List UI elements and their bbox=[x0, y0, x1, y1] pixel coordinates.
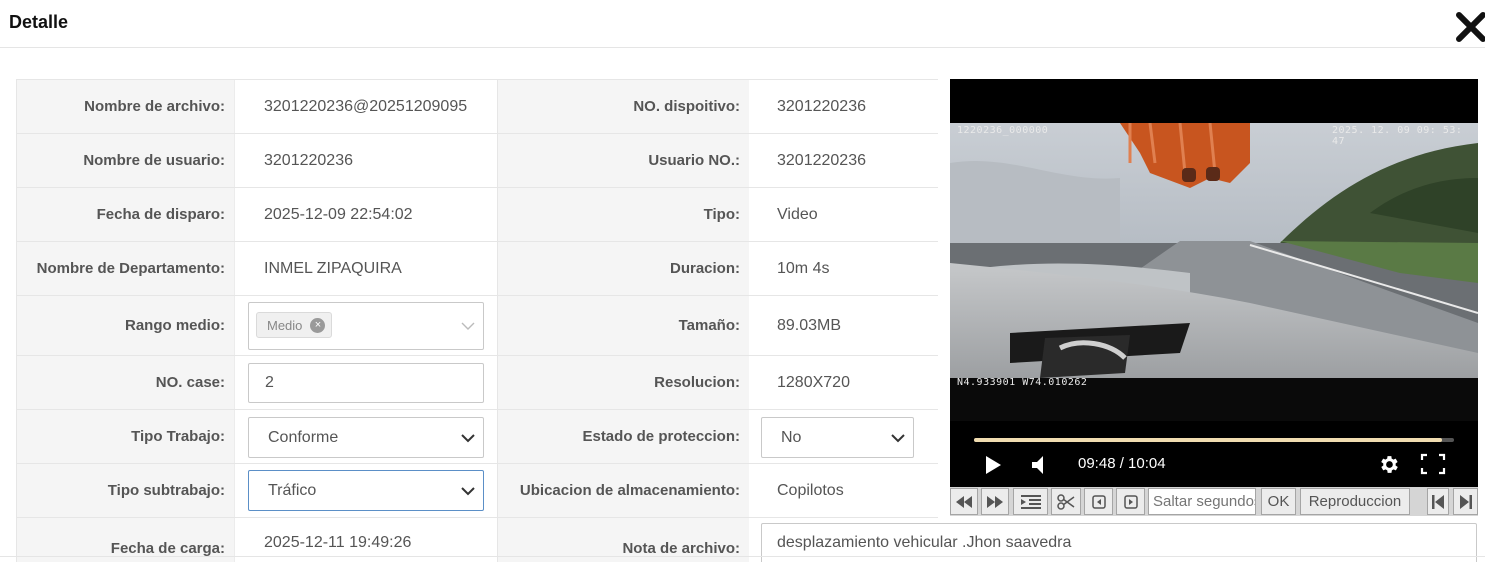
detail-row: Tipo Trabajo: Conforme Estado de protecc… bbox=[17, 410, 938, 464]
play-icon[interactable] bbox=[984, 455, 1002, 475]
media-range-tag: Medio × bbox=[256, 312, 333, 338]
list-button[interactable] bbox=[1013, 488, 1048, 515]
fast-forward-icon bbox=[987, 495, 1003, 508]
trigger-date-value: 2025-12-09 22:54:02 bbox=[264, 205, 413, 223]
seek-seconds-input[interactable] bbox=[1148, 488, 1256, 515]
work-subtype-select[interactable]: Tráfico bbox=[248, 470, 484, 511]
user-no-label: Usuario NO.: bbox=[497, 134, 749, 187]
resolution-label: Resolucion: bbox=[497, 356, 749, 409]
media-range-label: Rango medio: bbox=[17, 296, 235, 355]
case-no-input[interactable]: 2 bbox=[248, 363, 484, 403]
osd-datetime: 2025. 12. 09 09: 53: 47 bbox=[1332, 125, 1463, 147]
close-x-icon[interactable] bbox=[1454, 10, 1485, 44]
gear-icon[interactable] bbox=[1377, 453, 1400, 476]
dialog-title: Detalle bbox=[9, 12, 69, 32]
volume-icon[interactable] bbox=[1030, 455, 1048, 475]
size-label: Tamaño: bbox=[497, 296, 749, 355]
protection-status-select[interactable]: No bbox=[761, 417, 914, 458]
ok-button[interactable]: OK bbox=[1261, 488, 1296, 515]
device-no-value: 3201220236 bbox=[777, 97, 866, 115]
cut-button[interactable] bbox=[1051, 488, 1081, 515]
chevron-down-icon bbox=[891, 433, 905, 442]
detail-row: Rango medio: Medio × Tamaño: 89.03MB bbox=[17, 296, 938, 356]
skip-to-start-icon bbox=[1432, 494, 1444, 509]
dialog-footer-divider bbox=[0, 556, 1485, 557]
osd-device: 1220236_000000 bbox=[957, 125, 1049, 136]
resolution-value: 1280X720 bbox=[777, 373, 850, 391]
work-subtype-selected: Tráfico bbox=[268, 481, 317, 499]
chevron-down-icon bbox=[461, 433, 475, 442]
skip-to-end-icon bbox=[1459, 494, 1472, 509]
type-value: Video bbox=[777, 205, 818, 223]
detail-row: NO. case: 2 Resolucion: 1280X720 bbox=[17, 356, 938, 410]
duration-value: 10m 4s bbox=[777, 259, 830, 277]
trigger-date-label: Fecha de disparo: bbox=[17, 188, 235, 241]
dialog-header: Detalle bbox=[0, 0, 1485, 48]
step-back-button[interactable] bbox=[1084, 488, 1113, 515]
scissors-icon bbox=[1057, 493, 1075, 510]
video-progress-played bbox=[974, 438, 1442, 442]
protection-status-label: Estado de proteccion: bbox=[497, 410, 749, 463]
work-type-select[interactable]: Conforme bbox=[248, 417, 484, 458]
detail-row: Nombre de usuario: 3201220236 Usuario NO… bbox=[17, 134, 938, 188]
user-no-value: 3201220236 bbox=[777, 151, 866, 169]
fullscreen-icon[interactable] bbox=[1420, 453, 1446, 475]
playback-button[interactable]: Reproduccion bbox=[1300, 488, 1410, 515]
details-table: Nombre de archivo: 3201220236@2025120909… bbox=[16, 79, 938, 562]
file-name-label: Nombre de archivo: bbox=[17, 80, 235, 133]
user-name-value: 3201220236 bbox=[264, 151, 353, 169]
step-forward-icon bbox=[1123, 494, 1138, 509]
video-player[interactable]: 1220236_000000 2025. 12. 09 09: 53: 47 N… bbox=[950, 79, 1478, 487]
media-range-tag-label: Medio bbox=[267, 317, 303, 333]
size-value: 89.03MB bbox=[777, 316, 842, 334]
case-no-label: NO. case: bbox=[17, 356, 235, 409]
fast-forward-button[interactable] bbox=[981, 488, 1009, 515]
department-value: INMEL ZIPAQUIRA bbox=[264, 259, 402, 277]
detail-row: Nombre de archivo: 3201220236@2025120909… bbox=[17, 80, 938, 134]
work-type-label: Tipo Trabajo: bbox=[17, 410, 235, 463]
step-back-icon bbox=[1091, 494, 1106, 509]
osd-gps: N4.933901 W74.010262 bbox=[957, 377, 1088, 388]
protection-status-selected: No bbox=[781, 428, 802, 446]
chevron-down-icon bbox=[461, 322, 475, 330]
chevron-down-icon bbox=[461, 486, 475, 495]
storage-location-value: Copilotos bbox=[777, 481, 844, 499]
skip-end-button[interactable] bbox=[1453, 488, 1478, 515]
file-name-value: 3201220236@20251209095 bbox=[264, 97, 468, 115]
storage-location-label: Ubicacion de almacenamiento: bbox=[497, 464, 749, 517]
remove-tag-icon[interactable]: × bbox=[310, 317, 326, 333]
duration-label: Duracion: bbox=[497, 242, 749, 295]
department-label: Nombre de Departamento: bbox=[17, 242, 235, 295]
detail-row: Fecha de disparo: 2025-12-09 22:54:02 Ti… bbox=[17, 188, 938, 242]
work-type-selected: Conforme bbox=[268, 428, 339, 446]
skip-start-button[interactable] bbox=[1427, 488, 1449, 515]
video-time-display: 09:48 / 10:04 bbox=[1078, 455, 1166, 472]
media-range-select[interactable]: Medio × bbox=[248, 302, 484, 350]
type-label: Tipo: bbox=[497, 188, 749, 241]
list-indent-icon bbox=[1020, 494, 1041, 509]
step-forward-button[interactable] bbox=[1116, 488, 1145, 515]
rewind-icon bbox=[956, 495, 972, 508]
rewind-button[interactable] bbox=[950, 488, 978, 515]
detail-row: Tipo subtrabajo: Tráfico Ubicacion de al… bbox=[17, 464, 938, 518]
case-no-input-value: 2 bbox=[265, 374, 274, 391]
work-subtype-label: Tipo subtrabajo: bbox=[17, 464, 235, 517]
player-toolbar: OK Reproduccion bbox=[950, 487, 1478, 516]
detail-row: Nombre de Departamento: INMEL ZIPAQUIRA … bbox=[17, 242, 938, 296]
user-name-label: Nombre de usuario: bbox=[17, 134, 235, 187]
device-no-label: NO. dispoitivo: bbox=[497, 80, 749, 133]
video-progress-bar[interactable] bbox=[974, 438, 1454, 442]
